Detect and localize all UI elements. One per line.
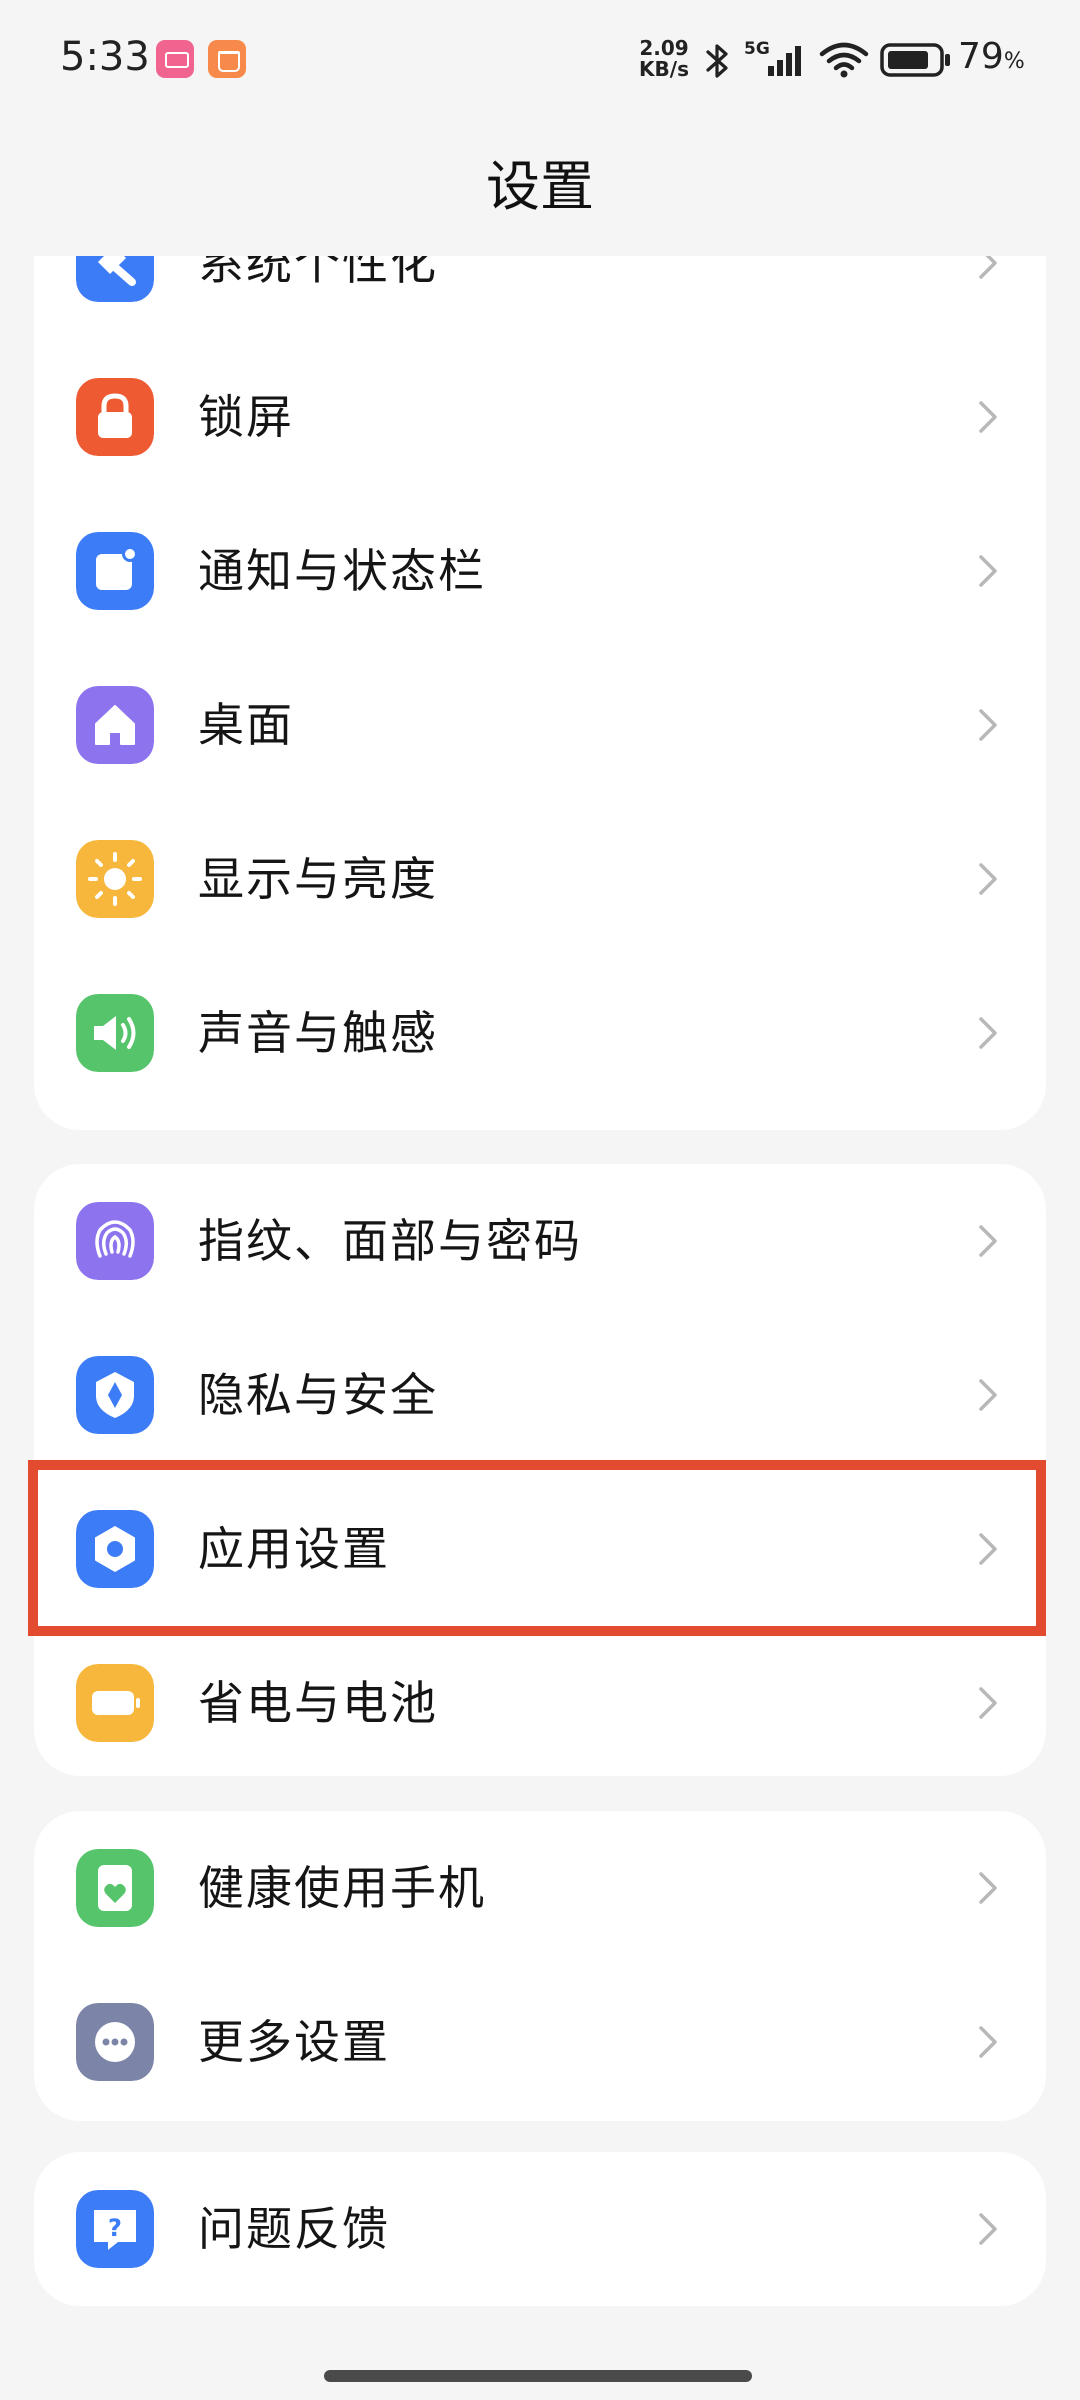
settings-group-personalization: 系统个性化 锁屏 通知与状态栏 桌面 显示与亮度 声音与触感 xyxy=(34,256,1046,1130)
chevron-right-icon xyxy=(979,863,997,895)
settings-item-battery[interactable]: 省电与电池 xyxy=(34,1626,1046,1776)
settings-item-label: 隐私与安全 xyxy=(198,1368,438,1422)
settings-item-label: 显示与亮度 xyxy=(198,852,438,906)
chevron-right-icon xyxy=(979,1687,997,1719)
settings-item-desktop[interactable]: 桌面 xyxy=(34,648,1046,802)
feedback-icon: ? xyxy=(76,2190,154,2268)
lock-icon xyxy=(76,378,154,456)
battery-saver-icon xyxy=(76,1664,154,1742)
settings-item-sound[interactable]: 声音与触感 xyxy=(34,956,1046,1110)
cellular-signal-icon: 5G xyxy=(744,39,801,76)
settings-item-personalization[interactable]: 系统个性化 xyxy=(34,256,1046,340)
settings-item-display[interactable]: 显示与亮度 xyxy=(34,802,1046,956)
sun-icon xyxy=(76,840,154,918)
settings-item-label: 问题反馈 xyxy=(198,2202,390,2256)
home-indicator[interactable] xyxy=(324,2370,752,2382)
chevron-right-icon xyxy=(979,1872,997,1904)
settings-list[interactable]: 系统个性化 锁屏 通知与状态栏 桌面 显示与亮度 声音与触感 指纹、面部与密码 … xyxy=(0,256,1080,2400)
svg-text:?: ? xyxy=(108,2214,122,2242)
chevron-right-icon xyxy=(979,1017,997,1049)
speaker-icon xyxy=(76,994,154,1072)
battery-icon xyxy=(880,43,950,77)
chevron-right-icon xyxy=(979,555,997,587)
settings-item-label: 系统个性化 xyxy=(198,256,438,290)
battery-percent-sign: % xyxy=(1003,49,1025,74)
status-bar: 5:33 2.09 KB/s 5G 79% xyxy=(0,0,1080,120)
settings-group-other: 健康使用手机 更多设置 xyxy=(34,1811,1046,2121)
personalization-icon xyxy=(76,256,154,302)
page-title: 设置 xyxy=(486,155,594,218)
notification-icon xyxy=(76,532,154,610)
status-time: 5:33 xyxy=(60,34,150,80)
chevron-right-icon xyxy=(979,1379,997,1411)
settings-item-privacy[interactable]: 隐私与安全 xyxy=(34,1318,1046,1472)
settings-item-label: 声音与触感 xyxy=(198,1006,438,1060)
settings-item-biometrics[interactable]: 指纹、面部与密码 xyxy=(34,1164,1046,1318)
settings-item-label: 通知与状态栏 xyxy=(198,544,486,598)
privacy-shield-icon xyxy=(76,1356,154,1434)
settings-item-label: 省电与电池 xyxy=(198,1676,438,1730)
settings-item-notifications[interactable]: 通知与状态栏 xyxy=(34,494,1046,648)
home-icon xyxy=(76,686,154,764)
battery-percentage: 79% xyxy=(958,36,1025,77)
battery-percent-value: 79 xyxy=(958,36,1004,77)
wifi-icon xyxy=(819,42,869,78)
bluetooth-icon xyxy=(706,44,728,78)
highlight-annotation-box xyxy=(28,1460,1046,1636)
settings-group-feedback: ? 问题反馈 xyxy=(34,2152,1046,2306)
network-speed: 2.09 KB/s xyxy=(636,38,692,80)
chevron-right-icon xyxy=(979,256,997,279)
shopping-notification-icon xyxy=(208,40,246,78)
bilibili-notification-icon xyxy=(156,40,194,78)
settings-item-label: 指纹、面部与密码 xyxy=(198,1214,582,1268)
network-speed-value: 2.09 xyxy=(639,36,689,60)
fingerprint-icon xyxy=(76,1202,154,1280)
settings-item-label: 锁屏 xyxy=(198,390,294,444)
settings-item-label: 更多设置 xyxy=(198,2015,390,2069)
chevron-right-icon xyxy=(979,1225,997,1257)
network-type-label: 5G xyxy=(744,39,770,59)
settings-item-feedback[interactable]: ? 问题反馈 xyxy=(34,2152,1046,2306)
chevron-right-icon xyxy=(979,401,997,433)
settings-item-more-settings[interactable]: 更多设置 xyxy=(34,1965,1046,2119)
more-icon xyxy=(76,2003,154,2081)
settings-item-digital-wellbeing[interactable]: 健康使用手机 xyxy=(34,1811,1046,1965)
chevron-right-icon xyxy=(979,709,997,741)
settings-item-label: 桌面 xyxy=(198,698,294,752)
settings-screen: 5:33 2.09 KB/s 5G 79% 设置 系统个性化 锁屏 通知与状态栏… xyxy=(0,0,1080,2400)
chevron-right-icon xyxy=(979,2026,997,2058)
network-speed-unit: KB/s xyxy=(639,57,689,81)
settings-item-lock-screen[interactable]: 锁屏 xyxy=(34,340,1046,494)
chevron-right-icon xyxy=(979,2213,997,2245)
health-icon xyxy=(76,1849,154,1927)
settings-item-label: 健康使用手机 xyxy=(198,1861,486,1915)
